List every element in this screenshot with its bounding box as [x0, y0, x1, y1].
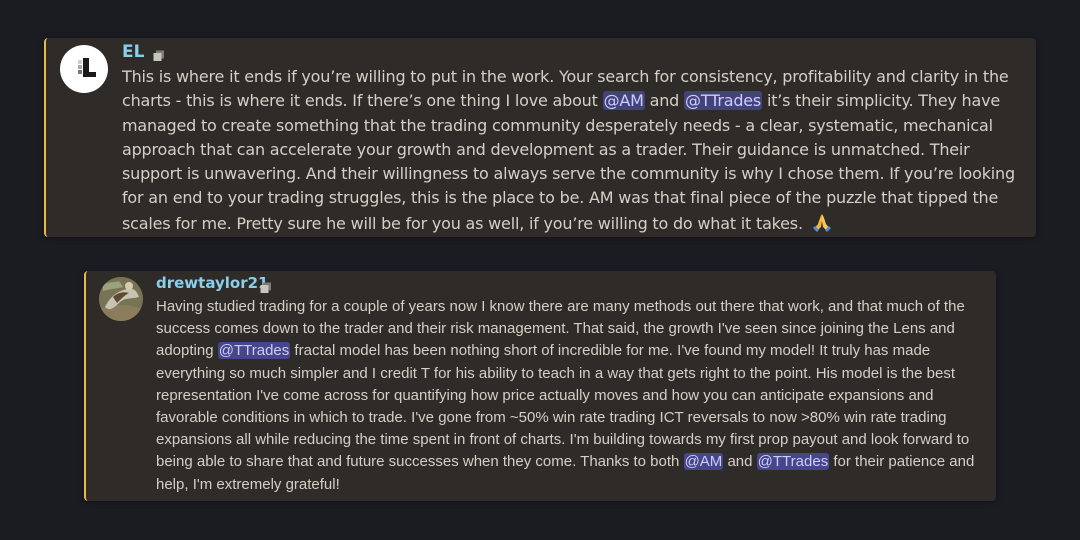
server-tag-icon: [153, 47, 165, 66]
message-drewtaylor21: drewtaylor21 Having studied trading for …: [84, 271, 996, 501]
mention-ttrades[interactable]: @TTrades: [756, 453, 830, 471]
mention-am[interactable]: @AM: [602, 91, 645, 111]
user-photo-avatar[interactable]: [99, 277, 143, 321]
message-el: EL This is where it ends if you’re willi…: [44, 38, 1036, 237]
username[interactable]: drewtaylor21: [156, 274, 269, 292]
praying-hands-emoji: [811, 211, 833, 233]
el-logo-icon[interactable]: [60, 45, 108, 93]
message-body: This is where it ends if you’re willing …: [122, 67, 1015, 233]
mention-ttrades[interactable]: @TTrades: [217, 342, 291, 360]
username[interactable]: EL: [122, 42, 144, 62]
mention-ttrades[interactable]: @TTrades: [684, 91, 763, 111]
message-body: Having studied trading for a couple of y…: [156, 298, 975, 493]
mention-am[interactable]: @AM: [683, 453, 724, 471]
